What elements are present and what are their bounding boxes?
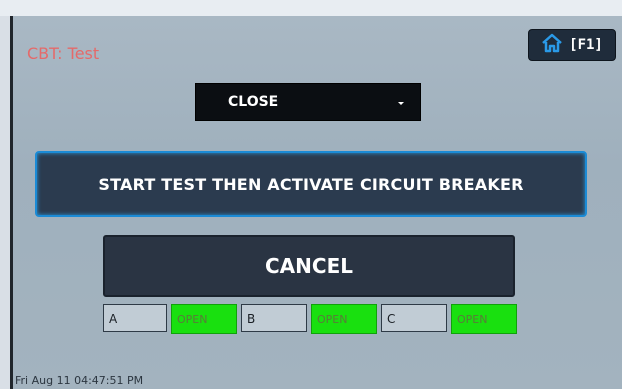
device-bezel xyxy=(0,0,622,16)
home-key-label: [F1] xyxy=(569,37,603,53)
phase-b-status: OPEN xyxy=(311,304,377,334)
phase-a-label: A xyxy=(103,304,167,332)
cancel-button[interactable]: CANCEL xyxy=(103,235,515,297)
chevron-down-icon xyxy=(396,94,406,113)
screen-title: CBT: Test xyxy=(27,44,100,63)
operation-select[interactable]: CLOSE xyxy=(195,83,421,121)
phase-b-label: B xyxy=(241,304,307,332)
home-button[interactable]: [F1] xyxy=(528,29,616,61)
start-test-label: START TEST THEN ACTIVATE CIRCUIT BREAKER xyxy=(98,174,524,194)
operation-select-value: CLOSE xyxy=(228,94,279,110)
cancel-label: CANCEL xyxy=(265,254,353,278)
start-test-button[interactable]: START TEST THEN ACTIVATE CIRCUIT BREAKER xyxy=(35,151,587,217)
phase-a-status: OPEN xyxy=(171,304,237,334)
phase-c-status: OPEN xyxy=(451,304,517,334)
home-icon xyxy=(541,33,563,57)
hmi-screen: CBT: Test [F1] CLOSE START TEST THEN ACT… xyxy=(10,16,622,389)
phase-c-label: C xyxy=(381,304,447,332)
datetime-readout: Fri Aug 11 04:47:51 PM xyxy=(15,374,144,387)
